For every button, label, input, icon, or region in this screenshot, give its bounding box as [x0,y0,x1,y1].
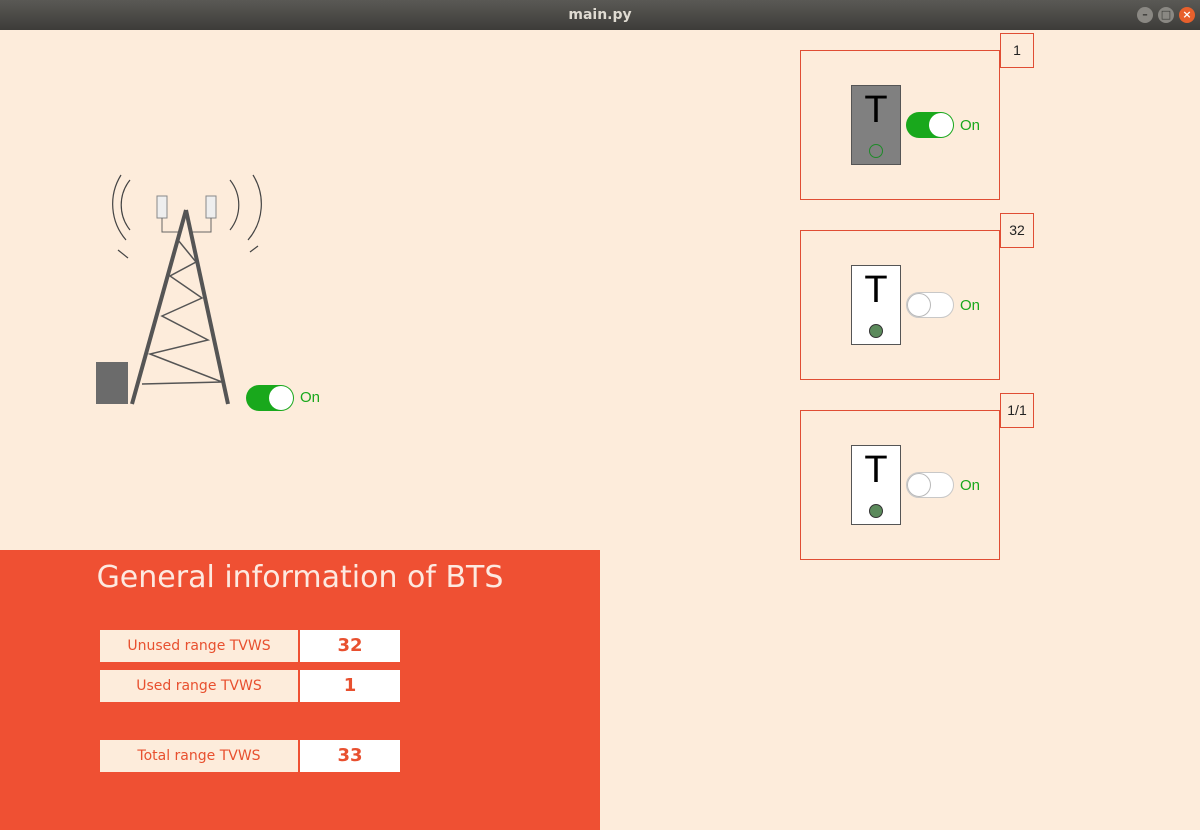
info-title: General information of BTS [96,560,504,595]
transmitter-letter: T [864,89,888,131]
unused-range-label: Unused range TVWS [100,630,298,662]
window-title: main.py [568,7,632,23]
channel-card-1: T On [800,50,1000,200]
channel-3-toggle[interactable] [906,472,954,498]
main-canvas: On T On 1 T On 32 T On 1/1 General infor… [0,30,1200,830]
status-indicator-icon [869,504,883,518]
cell-tower-icon [96,174,262,405]
channel-1-badge: 1 [1000,33,1034,68]
maximize-button[interactable]: □ [1158,7,1174,23]
channel-3-toggle-label: On [960,477,981,494]
status-indicator-icon [869,144,883,158]
used-range-label: Used range TVWS [100,670,298,702]
channel-1-toggle[interactable] [906,112,954,138]
channel-2-toggle[interactable] [906,292,954,318]
unused-range-value: 32 [300,630,400,662]
minimize-button[interactable]: – [1137,7,1153,23]
transmitter-letter: T [864,449,888,491]
status-indicator-icon [869,324,883,338]
transmitter-tile[interactable]: T [851,265,901,345]
channel-3-badge: 1/1 [1000,393,1034,428]
total-range-value: 33 [300,740,400,772]
channel-card-2: T On [800,230,1000,380]
window-titlebar: main.py – □ × [0,0,1200,30]
channel-1-toggle-label: On [960,117,981,134]
channel-card-3: T On [800,410,1000,560]
toggle-knob [907,473,931,497]
transmitter-tile[interactable]: T [851,85,901,165]
close-button[interactable]: × [1179,7,1195,23]
total-range-label: Total range TVWS [100,740,298,772]
toggle-knob [907,293,931,317]
tower-toggle-label: On [300,389,321,406]
transmitter-letter: T [864,269,888,311]
tower-power-toggle[interactable] [246,385,294,411]
used-range-value: 1 [300,670,400,702]
bts-info-panel: General information of BTS Unused range … [0,550,600,830]
transmitter-tile[interactable]: T [851,445,901,525]
toggle-knob [269,386,293,410]
channel-2-toggle-label: On [960,297,981,314]
channel-2-badge: 32 [1000,213,1034,248]
toggle-knob [929,113,953,137]
